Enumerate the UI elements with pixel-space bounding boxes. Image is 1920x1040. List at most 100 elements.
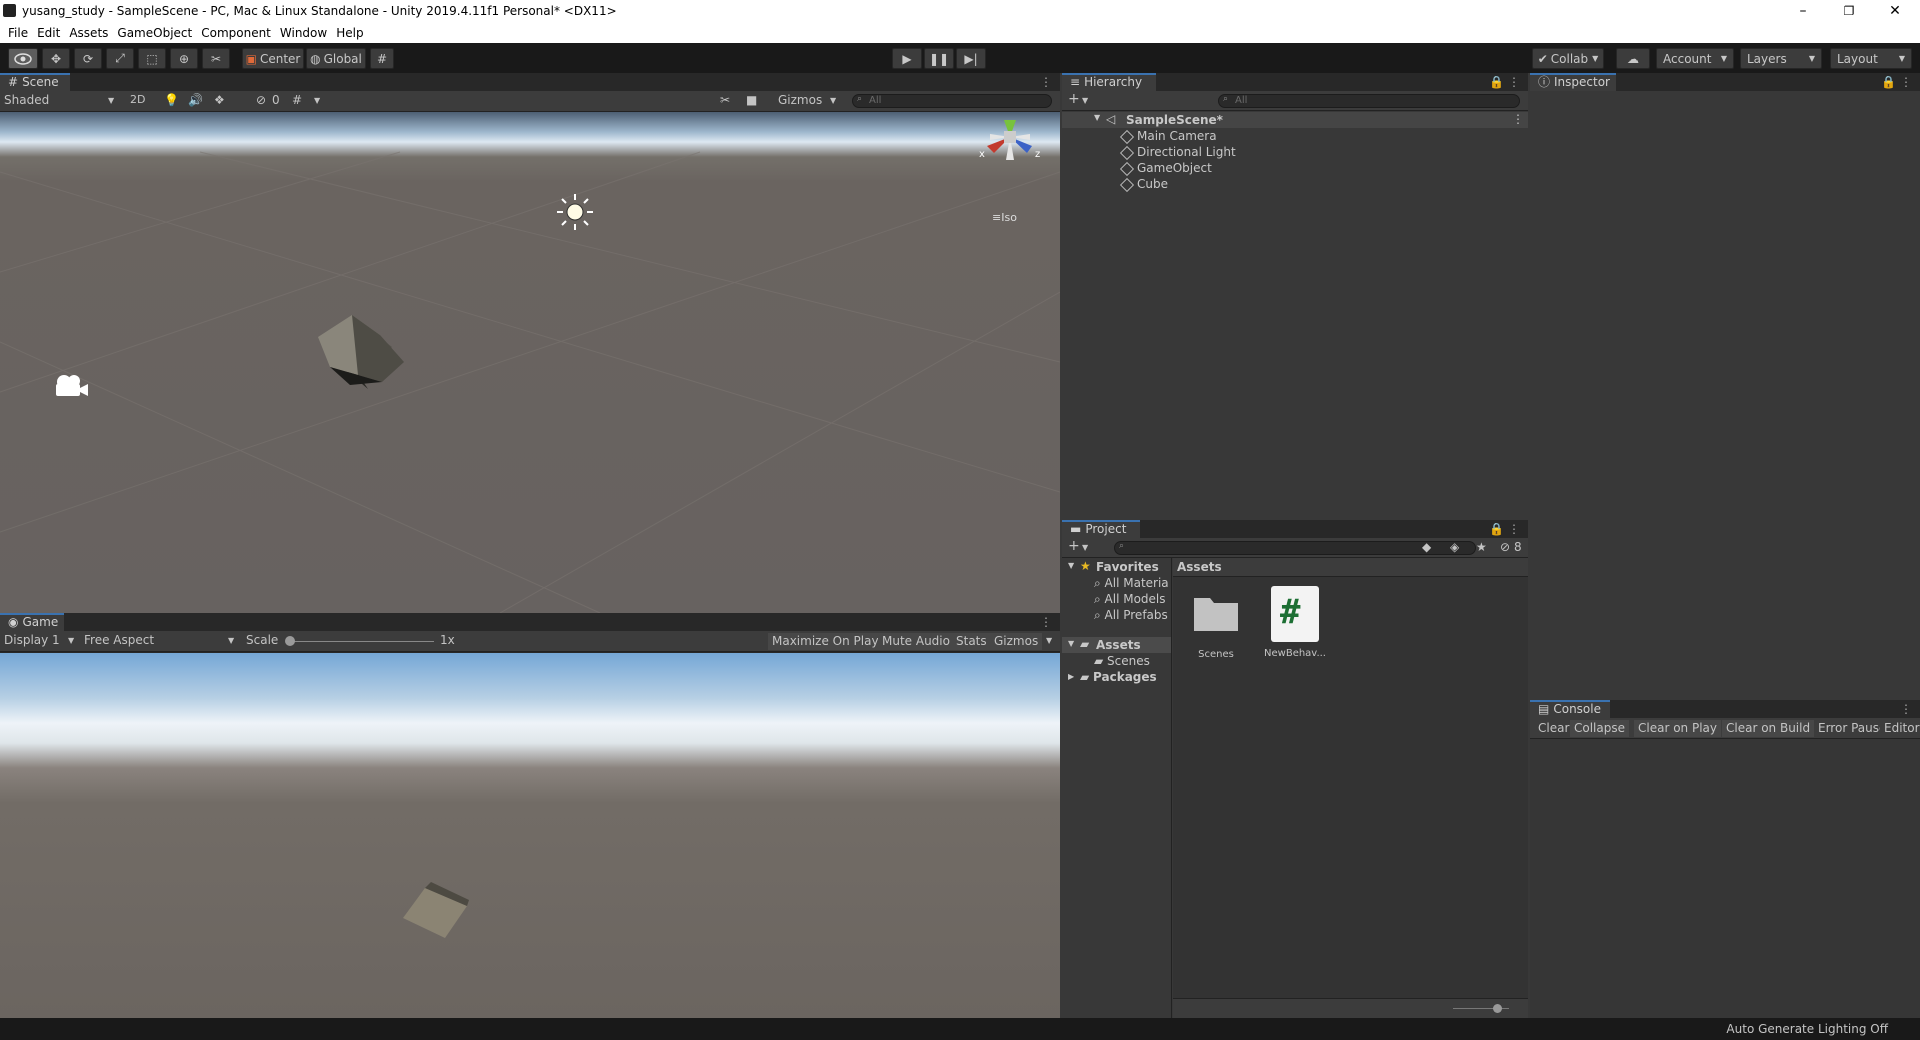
collab-dropdown[interactable]: ✔ Collab ▼ <box>1532 48 1604 69</box>
create-plus-icon[interactable]: + <box>1068 91 1080 107</box>
scene-root-row[interactable]: ▼ ◁ SampleScene* ⋮ <box>1062 112 1528 128</box>
favorite-star-icon[interactable]: ★ <box>1476 540 1487 554</box>
scene-options-icon[interactable]: ⋮ <box>1512 112 1524 126</box>
favorite-item-models[interactable]: ⌕ All Models <box>1094 592 1166 607</box>
console-log-area[interactable] <box>1530 739 1920 1018</box>
more-options-icon[interactable]: ⋮ <box>1040 615 1052 629</box>
step-button[interactable]: ▶| <box>956 48 986 69</box>
transform-tool-button[interactable]: ⊕ <box>170 48 198 69</box>
expand-arrow-icon[interactable]: ▼ <box>1068 561 1074 570</box>
scale-tool-button[interactable]: ⤢ <box>106 48 134 69</box>
expand-arrow-icon[interactable]: ▶ <box>1068 672 1074 681</box>
lock-icon[interactable]: 🔒 <box>1489 522 1504 536</box>
scene-orientation-gizmo[interactable]: x z <box>975 112 1050 212</box>
play-button[interactable]: ▶ <box>892 48 922 69</box>
menu-assets[interactable]: Assets <box>69 26 108 40</box>
projection-toggle[interactable]: ≡Iso <box>992 211 1017 224</box>
custom-tool-button[interactable]: ✂ <box>202 48 230 69</box>
minimize-button[interactable]: – <box>1780 0 1826 22</box>
lighting-toggle-icon[interactable]: 💡 <box>164 93 179 107</box>
restore-button[interactable]: ❐ <box>1826 0 1872 22</box>
console-clear-button[interactable]: Clear <box>1534 720 1574 737</box>
scale-slider-track[interactable] <box>290 641 434 642</box>
toggle-2d-button[interactable]: 2D <box>130 93 145 106</box>
pivot-rotation-button[interactable]: ◍ Global <box>306 48 366 69</box>
more-options-icon[interactable]: ⋮ <box>1508 75 1520 89</box>
move-tool-button[interactable]: ✥ <box>42 48 70 69</box>
menu-help[interactable]: Help <box>336 26 363 40</box>
shading-mode-dropdown[interactable]: Shaded <box>4 93 49 107</box>
console-clear-on-play-button[interactable]: Clear on Play <box>1634 720 1721 737</box>
rotate-tool-button[interactable]: ⟳ <box>74 48 102 69</box>
tools-icon[interactable]: ✂ <box>720 93 730 107</box>
tab-console[interactable]: ▤ Console <box>1530 700 1610 718</box>
tab-project[interactable]: ▬ Project <box>1062 520 1140 538</box>
camera-settings-icon[interactable]: ■ <box>746 93 757 107</box>
account-dropdown[interactable]: Account ▼ <box>1656 48 1734 69</box>
tree-scenes-folder[interactable]: ▰ Scenes <box>1094 654 1150 668</box>
effects-toggle-icon[interactable]: ❖ <box>214 93 225 107</box>
breadcrumb-assets[interactable]: Assets <box>1177 560 1222 574</box>
menu-edit[interactable]: Edit <box>37 26 60 40</box>
stats-toggle[interactable]: Stats <box>952 633 991 650</box>
more-options-icon[interactable]: ⋮ <box>1040 75 1052 89</box>
expand-arrow-icon[interactable]: ▼ <box>1068 639 1074 648</box>
more-options-icon[interactable]: ⋮ <box>1900 702 1912 716</box>
console-clear-on-build-button[interactable]: Clear on Build <box>1722 720 1815 737</box>
scene-gizmos-dropdown[interactable]: Gizmos <box>778 93 822 107</box>
cloud-button[interactable]: ☁ <box>1616 48 1650 69</box>
maximize-on-play-toggle[interactable]: Maximize On Play <box>768 633 883 650</box>
menu-component[interactable]: Component <box>201 26 271 40</box>
expand-arrow-icon[interactable]: ▼ <box>1094 113 1100 122</box>
menu-gameobject[interactable]: GameObject <box>117 26 192 40</box>
scale-slider-handle[interactable] <box>285 636 295 646</box>
tab-scene[interactable]: # Scene <box>0 73 70 91</box>
tree-packages-folder[interactable]: ▰ Packages <box>1080 670 1157 684</box>
scene-viewport[interactable]: x z ≡Iso <box>0 112 1060 613</box>
menu-window[interactable]: Window <box>280 26 327 40</box>
more-options-icon[interactable]: ⋮ <box>1508 522 1520 536</box>
tree-assets-row[interactable]: ▼ ▰ Assets <box>1062 637 1171 653</box>
tab-inspector[interactable]: ⓘ Inspector <box>1530 73 1616 91</box>
hierarchy-search-input[interactable]: All <box>1218 94 1520 108</box>
pause-button[interactable]: ❚❚ <box>924 48 954 69</box>
tab-game[interactable]: ◉ Game <box>0 613 64 631</box>
game-gizmos-toggle[interactable]: Gizmos <box>990 633 1043 650</box>
asset-folder-scenes[interactable]: Scenes <box>1191 590 1241 670</box>
console-collapse-button[interactable]: Collapse <box>1570 720 1629 737</box>
favorites-label[interactable]: Favorites <box>1096 560 1159 574</box>
tab-hierarchy[interactable]: ≡ Hierarchy <box>1062 73 1156 91</box>
console-error-pause-button[interactable]: Error Pause <box>1814 720 1891 737</box>
search-by-type-icon[interactable]: ◆ <box>1422 540 1431 554</box>
game-viewport[interactable] <box>0 653 1060 1018</box>
icon-size-slider-handle[interactable] <box>1493 1004 1502 1013</box>
favorite-item-prefabs[interactable]: ⌕ All Prefabs <box>1094 608 1168 623</box>
menu-file[interactable]: File <box>8 26 28 40</box>
scene-search-input[interactable]: All <box>852 94 1052 108</box>
hidden-packages-icon[interactable]: ⊘ <box>1500 540 1510 554</box>
aspect-dropdown[interactable]: Free Aspect <box>84 633 154 647</box>
favorite-item-materials[interactable]: ⌕ All Materia <box>1094 576 1169 591</box>
asset-script-newbehaviour[interactable]: # NewBehav... <box>1263 586 1327 666</box>
layers-dropdown[interactable]: Layers ▼ <box>1740 48 1822 69</box>
lock-icon[interactable]: 🔒 <box>1881 75 1896 89</box>
layout-dropdown[interactable]: Layout ▼ <box>1830 48 1912 69</box>
audio-toggle-icon[interactable]: 🔊 <box>188 93 203 107</box>
console-editor-dropdown[interactable]: Editor <box>1880 720 1920 737</box>
directional-light-icon[interactable] <box>550 187 600 237</box>
create-plus-icon[interactable]: + <box>1068 538 1080 554</box>
snap-button[interactable]: # <box>370 48 394 69</box>
pivot-mode-button[interactable]: ▣ Center <box>242 48 304 69</box>
lock-icon[interactable]: 🔒 <box>1489 75 1504 89</box>
cube-object[interactable] <box>310 307 410 407</box>
grid-toggle-icon[interactable]: # <box>292 93 302 107</box>
more-options-icon[interactable]: ⋮ <box>1900 75 1912 89</box>
display-dropdown[interactable]: Display 1 <box>4 633 60 647</box>
hidden-objects-icon[interactable]: ⊘ <box>256 93 266 107</box>
search-by-label-icon[interactable]: ◈ <box>1450 540 1459 554</box>
camera-gizmo-icon[interactable] <box>50 370 94 400</box>
rect-tool-button[interactable]: ⬚ <box>138 48 166 69</box>
view-tool-button[interactable] <box>8 48 38 69</box>
close-button[interactable]: ✕ <box>1872 0 1918 22</box>
mute-audio-toggle[interactable]: Mute Audio <box>878 633 954 650</box>
